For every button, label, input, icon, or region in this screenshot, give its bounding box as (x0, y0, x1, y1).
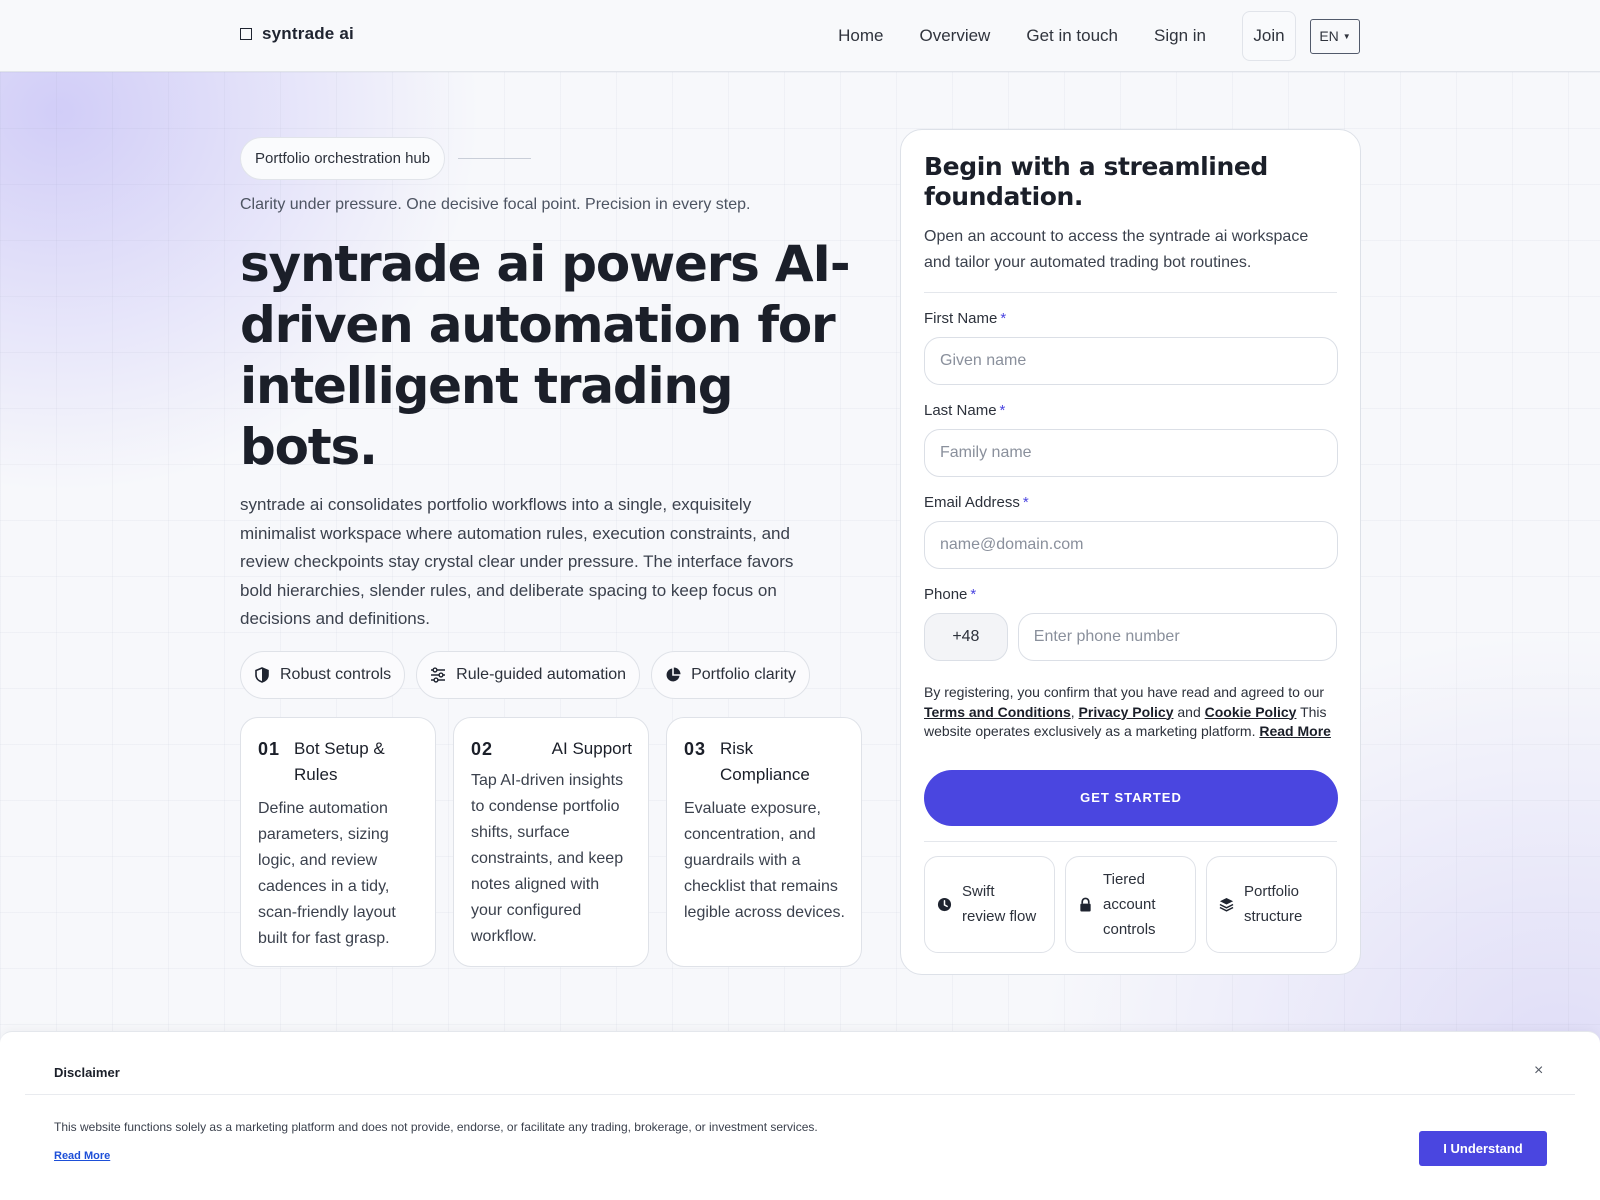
feature-portfolio-structure: Portfolio structure (1206, 855, 1337, 953)
nav-get-in-touch[interactable]: Get in touch (1026, 26, 1118, 46)
language-label: EN (1319, 28, 1339, 44)
feature-card: 03 Risk Compliance Evaluate exposure, co… (666, 717, 862, 967)
form-divider (924, 292, 1337, 293)
feature-label: Tiered account controls (1103, 870, 1156, 938)
chip-label: Rule-guided automation (456, 666, 627, 683)
feature-tiered-controls: Tiered account controls (1065, 855, 1196, 953)
pie-chart-icon (666, 667, 681, 682)
layers-icon (1219, 897, 1234, 912)
form-title: Begin with a streamlined foundation. (924, 152, 1268, 211)
last-name-label: Last Name * (924, 402, 1006, 419)
phone-country-code[interactable]: +48 (924, 613, 1008, 661)
form-subtitle: Open an account to access the syntrade a… (924, 228, 1309, 271)
disclaimer-read-more-link[interactable]: Read More (54, 1150, 110, 1162)
form-divider (924, 840, 1337, 842)
signup-form-card: Begin with a streamlined foundation. Ope… (900, 129, 1361, 975)
i-understand-button[interactable]: I Understand (1419, 1131, 1547, 1166)
card-text: Define automation parameters, sizing log… (258, 800, 396, 947)
email-label: Email Address * (924, 494, 1029, 511)
hero-description: syntrade ai consolidates portfolio workf… (240, 495, 794, 628)
required-marker: * (970, 586, 977, 603)
chip-rule-guided-automation: Rule-guided automation (416, 651, 641, 699)
required-marker: * (1022, 494, 1029, 511)
lock-icon (1080, 897, 1091, 912)
chip-robust-controls: Robust controls (240, 651, 406, 699)
sliders-icon (431, 667, 446, 683)
disclaimer-banner: Disclaimer × This website functions sole… (0, 1031, 1600, 1200)
required-marker: * (1000, 310, 1007, 327)
first-name-label: First Name * (924, 310, 1007, 327)
clock-icon (937, 897, 952, 911)
form-features: Swift review flow Tiered account control… (924, 855, 1337, 953)
site-header: syntrade ai Home Overview Get in touch S… (0, 0, 1600, 72)
feature-card: 02 AI Support Tap AI-driven insights to … (453, 717, 649, 967)
brand-name: syntrade ai (262, 24, 354, 43)
feature-swift-review: Swift review flow (924, 855, 1055, 953)
disclaimer-text: This website functions solely as a marke… (54, 1120, 818, 1134)
legal-notice: By registering, you confirm that you hav… (924, 684, 1331, 739)
section-pill: Portfolio orchestration hub (240, 137, 446, 180)
disclaimer-title: Disclaimer (54, 1065, 120, 1080)
nav-home[interactable]: Home (838, 26, 883, 46)
privacy-link[interactable]: Privacy Policy (1079, 704, 1174, 720)
card-number: 03 (684, 739, 707, 759)
required-marker: * (999, 402, 1006, 419)
last-name-input[interactable] (924, 429, 1338, 477)
read-more-link[interactable]: Read More (1259, 723, 1331, 739)
nav-overview[interactable]: Overview (919, 26, 990, 46)
pill-divider (458, 158, 531, 159)
phone-label: Phone * (924, 586, 977, 603)
join-button[interactable]: Join (1242, 11, 1296, 61)
cookie-link[interactable]: Cookie Policy (1205, 704, 1297, 720)
card-title: Risk Compliance (720, 739, 810, 784)
chip-label: Portfolio clarity (691, 666, 796, 683)
caret-down-icon: ▼ (1342, 31, 1351, 41)
phone-input[interactable] (1017, 613, 1337, 661)
nav-sign-in[interactable]: Sign in (1154, 26, 1206, 46)
chip-label: Robust controls (280, 666, 392, 683)
get-started-button[interactable]: GET STARTED (924, 769, 1338, 826)
feature-chips: Robust controls Rule-guided automation P… (240, 651, 810, 699)
feature-card: 01 Bot Setup & Rules Define automation p… (240, 717, 436, 967)
card-text: Evaluate exposure, concentration, and gu… (684, 800, 845, 921)
feature-cards: 01 Bot Setup & Rules Define automation p… (240, 717, 862, 967)
card-number: 02 (471, 739, 494, 759)
phone-row: +48 (924, 613, 1337, 661)
main-nav: Home Overview Get in touch Sign in Join … (838, 11, 1360, 61)
card-title: AI Support (551, 739, 632, 758)
first-name-input[interactable] (924, 337, 1338, 385)
feature-label: Portfolio structure (1244, 883, 1303, 925)
close-icon[interactable]: × (1534, 1062, 1543, 1080)
logo-square-icon (240, 28, 252, 40)
email-input[interactable] (924, 521, 1338, 569)
card-title: Bot Setup & Rules (294, 739, 385, 784)
brand-logo[interactable]: syntrade ai (240, 24, 354, 44)
terms-link[interactable]: Terms and Conditions (924, 704, 1071, 720)
hero-tagline: Clarity under pressure. One decisive foc… (240, 196, 751, 213)
card-text: Tap AI-driven insights to condense portf… (471, 772, 624, 945)
disclaimer-divider (25, 1094, 1575, 1095)
feature-label: Swift review flow (962, 883, 1037, 925)
shield-icon (255, 667, 269, 683)
hero-headline: syntrade ai powers AI-driven automation … (240, 235, 851, 476)
card-number: 01 (258, 739, 281, 759)
language-select[interactable]: EN ▼ (1310, 18, 1360, 54)
chip-portfolio-clarity: Portfolio clarity (651, 651, 810, 699)
